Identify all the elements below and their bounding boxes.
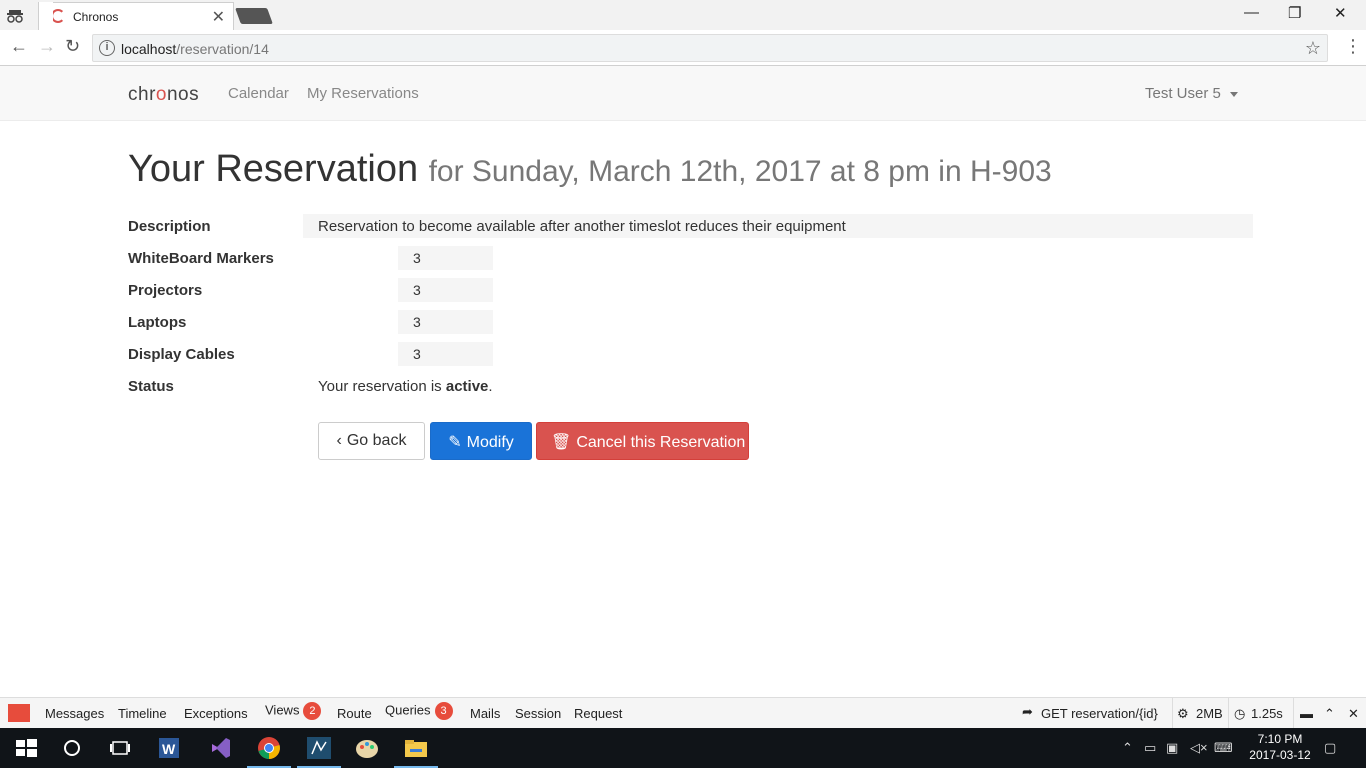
debugbar-tab-route[interactable]: Route	[337, 706, 372, 721]
debugbar-memory[interactable]: 2MB	[1196, 706, 1223, 721]
back-arrow-icon[interactable]: ←	[10, 36, 28, 57]
description-label: Description	[128, 218, 211, 235]
windows-taskbar: W ⌃ ▭ ▣ ◁× ⌨ 7:10 PM 2017-03-12 ▢	[0, 728, 1366, 768]
minimize-icon[interactable]: —	[1244, 4, 1259, 21]
cancel-reservation-button[interactable]: 🗑 Cancel this Reservation	[536, 422, 749, 460]
url-text: localhost/reservation/14	[121, 41, 269, 57]
close-window-icon[interactable]: ✕	[1334, 4, 1347, 22]
clock-date: 2017-03-12	[1249, 748, 1311, 762]
user-menu[interactable]: Test User 5	[1145, 85, 1238, 102]
tab-close-icon[interactable]: ✕	[212, 7, 225, 27]
nav-link-calendar[interactable]: Calendar	[228, 85, 289, 102]
page-title: Your Reservation for Sunday, March 12th,…	[128, 148, 1052, 191]
go-back-button[interactable]: ‹ Go back	[318, 422, 425, 460]
action-center-icon[interactable]: ▢	[1324, 740, 1336, 756]
chevron-up-icon[interactable]: ⌃	[1324, 706, 1335, 722]
status-text: Your reservation is active.	[318, 378, 493, 395]
windows-start-icon[interactable]	[12, 734, 40, 762]
tab-title: Chronos	[73, 10, 119, 24]
volume-muted-icon[interactable]: ◁×	[1190, 740, 1208, 756]
visual-studio-icon[interactable]	[206, 734, 234, 762]
browser-tab-strip: Chronos ✕ — ❐ ✕	[0, 0, 1366, 30]
system-clock[interactable]: 7:10 PM 2017-03-12	[1248, 731, 1312, 763]
maximize-icon[interactable]: ❐	[1288, 4, 1301, 22]
whiteboard-markers-label: WhiteBoard Markers	[128, 250, 274, 267]
modify-button[interactable]: ✎ Modify	[430, 422, 532, 460]
debugbar-tab-messages[interactable]: Messages	[45, 706, 104, 721]
description-value: Reservation to become available after an…	[303, 214, 1253, 238]
debugbar-tab-timeline[interactable]: Timeline	[118, 706, 167, 721]
bookmark-star-icon[interactable]: ☆	[1305, 38, 1321, 59]
network-icon[interactable]: ▣	[1166, 740, 1178, 756]
debugbar-tab-mails[interactable]: Mails	[470, 706, 500, 721]
status-label: Status	[128, 378, 174, 395]
route-share-icon: ➦	[1022, 704, 1033, 719]
nav-link-my-reservations[interactable]: My Reservations	[307, 85, 419, 102]
app-navbar: chronos Calendar My Reservations Test Us…	[0, 66, 1366, 121]
debugbar-route[interactable]: GET reservation/{id}	[1041, 706, 1158, 721]
reload-icon[interactable]: ↻	[65, 36, 80, 57]
paint-icon[interactable]	[353, 734, 381, 762]
address-bar[interactable]: i localhost/reservation/14 ☆	[92, 34, 1328, 62]
folder-open-icon[interactable]: ▬	[1300, 706, 1313, 721]
svg-text:W: W	[162, 741, 176, 757]
projectors-label: Projectors	[128, 282, 203, 299]
browser-toolbar: ← → ↻ i localhost/reservation/14 ☆ ⋮	[0, 30, 1366, 66]
clock-time: 7:10 PM	[1257, 732, 1303, 746]
file-explorer-icon[interactable]	[402, 734, 430, 762]
cortana-search-icon[interactable]	[58, 734, 86, 762]
battery-icon[interactable]: ▭	[1144, 740, 1156, 756]
close-debugbar-icon[interactable]: ✕	[1348, 706, 1359, 722]
laptops-label: Laptops	[128, 314, 187, 331]
debugbar-time[interactable]: 1.25s	[1251, 706, 1283, 721]
display-cables-label: Display Cables	[128, 346, 235, 363]
browser-tab[interactable]: Chronos ✕	[38, 2, 234, 30]
browser-menu-icon[interactable]: ⋮	[1344, 36, 1362, 57]
debugbar-tab-session[interactable]: Session	[515, 706, 561, 721]
brand-logo[interactable]: chronos	[128, 84, 199, 106]
keyboard-icon[interactable]: ⌨	[1214, 740, 1233, 756]
page-subtitle: for Sunday, March 12th, 2017 at 8 pm in …	[428, 155, 1052, 188]
chrome-icon[interactable]	[255, 734, 283, 762]
tray-chevron-up-icon[interactable]: ⌃	[1122, 740, 1133, 756]
chevron-left-icon: ‹	[336, 432, 342, 449]
views-count-badge: 2	[303, 702, 322, 720]
chronos-favicon-icon	[51, 9, 65, 23]
incognito-icon	[7, 10, 23, 23]
status-badge: active	[445, 378, 489, 395]
whiteboard-markers-value: 3	[398, 246, 493, 270]
forward-arrow-icon[interactable]: →	[38, 36, 56, 57]
debugbar-tab-exceptions[interactable]: Exceptions	[184, 706, 248, 721]
debugbar-tab-request[interactable]: Request	[574, 706, 622, 721]
debugbar-tab-queries[interactable]: Queries 3	[385, 702, 453, 720]
projectors-value: 3	[398, 278, 493, 302]
memory-gears-icon: ⚙	[1177, 706, 1189, 721]
queries-count-badge: 3	[434, 702, 453, 720]
page-title-main: Your Reservation	[128, 148, 419, 190]
display-cables-value: 3	[398, 342, 493, 366]
trash-icon: 🗑	[551, 434, 572, 451]
new-tab-button[interactable]	[235, 8, 273, 24]
debugbar-logo-icon[interactable]	[8, 704, 30, 722]
mysql-workbench-icon[interactable]	[305, 734, 333, 762]
laptops-value: 3	[398, 310, 493, 334]
pencil-icon: ✎	[448, 434, 462, 451]
clock-icon: ◷	[1234, 706, 1246, 721]
word-icon[interactable]: W	[156, 734, 184, 762]
debugbar: Messages Timeline Exceptions Views 2 Rout…	[0, 697, 1366, 728]
info-icon[interactable]: i	[99, 40, 115, 56]
debugbar-tab-views[interactable]: Views 2	[265, 702, 322, 720]
task-view-icon[interactable]	[106, 734, 134, 762]
caret-down-icon	[1229, 91, 1238, 97]
